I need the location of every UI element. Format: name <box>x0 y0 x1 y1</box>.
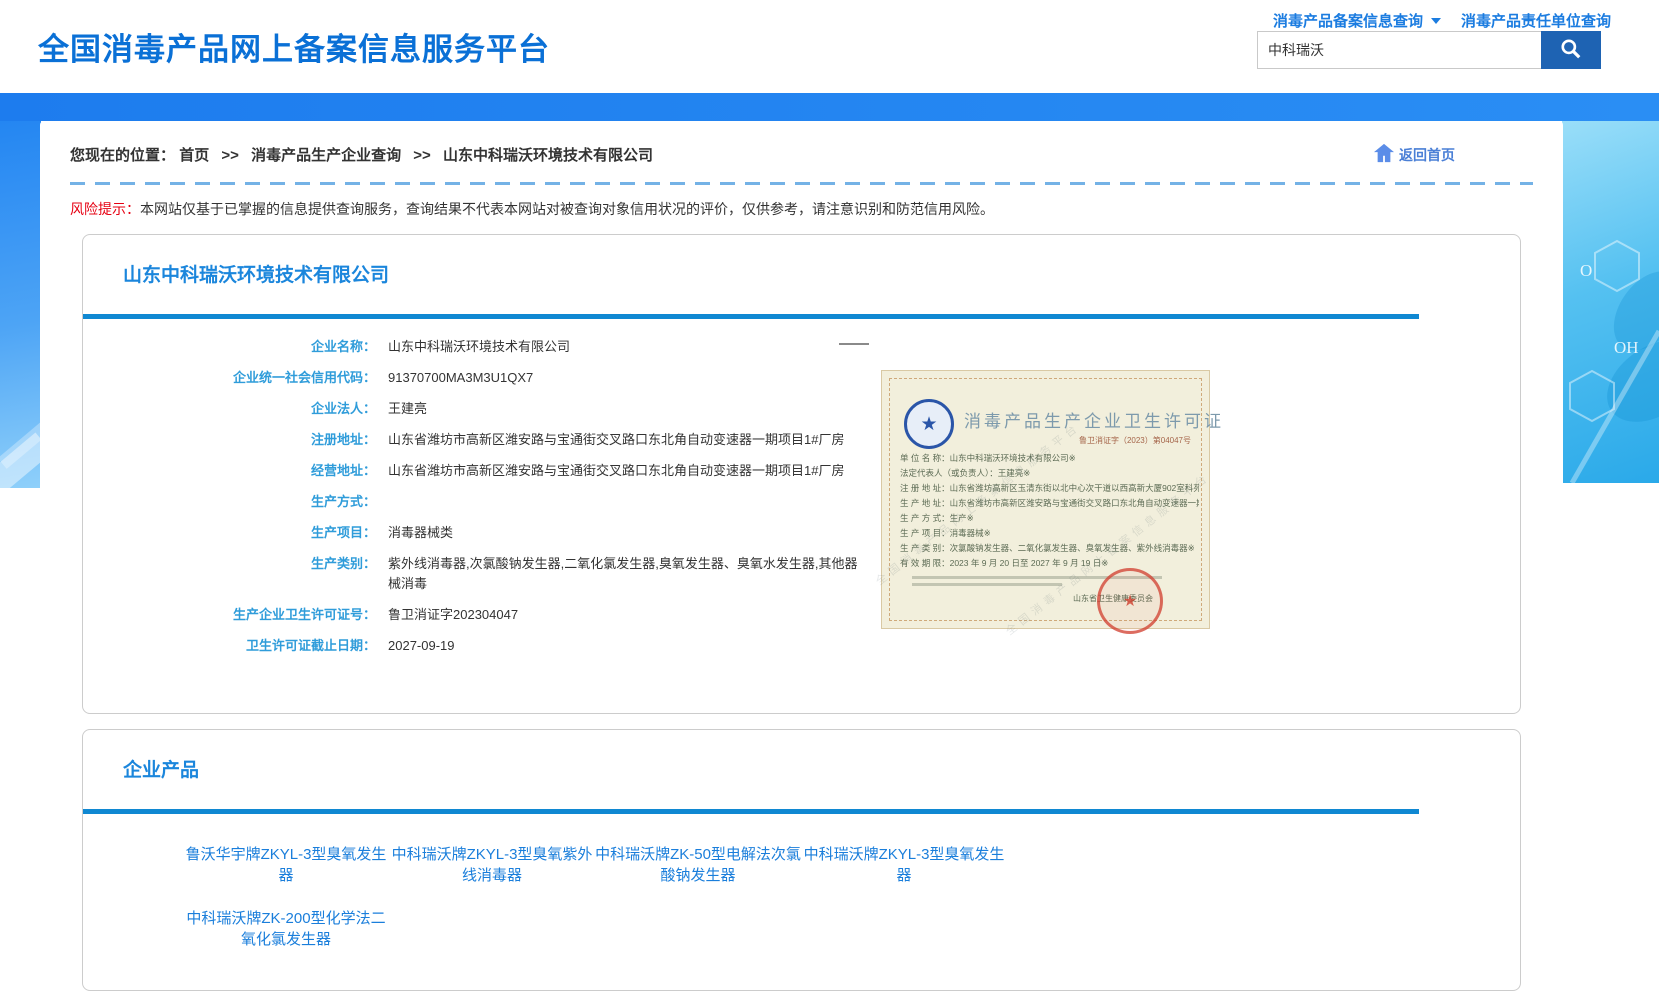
field-row-legal-person: 企业法人： 王建亮 <box>83 399 1520 419</box>
risk-label: 风险提示： <box>70 201 140 217</box>
red-seal-icon: ★ <box>1097 568 1163 634</box>
product-link[interactable]: 中科瑞沃牌ZK-200型化学法二氧化氯发生器 <box>183 908 389 950</box>
breadcrumb-row: 您现在的位置： 首页 >> 消毒产品生产企业查询 >> 山东中科瑞沃环境技术有限… <box>40 121 1563 166</box>
product-link[interactable]: 中科瑞沃牌ZKYL-3型臭氧紫外线消毒器 <box>389 844 595 886</box>
chevron-down-icon[interactable] <box>1431 18 1441 24</box>
field-row-company-name: 企业名称： 山东中科瑞沃环境技术有限公司 <box>83 337 1520 357</box>
breadcrumb-separator: >> <box>413 147 431 164</box>
main-panel: 您现在的位置： 首页 >> 消毒产品生产企业查询 >> 山东中科瑞沃环境技术有限… <box>40 121 1563 991</box>
search-icon <box>1558 36 1584 65</box>
back-home-link[interactable]: 返回首页 <box>1373 143 1455 166</box>
products-heading: 企业产品 <box>83 730 1520 784</box>
search-box <box>1257 31 1601 69</box>
breadcrumb-prefix: 您现在的位置： <box>70 147 175 164</box>
field-row-license-expiry: 卫生许可证截止日期： 2027-09-19 <box>83 636 1520 656</box>
right-background-art: O OH <box>1562 121 1659 483</box>
product-list: 鲁沃华宇牌ZKYL-3型臭氧发生器 中科瑞沃牌ZKYL-3型臭氧紫外线消毒器 中… <box>183 844 1043 972</box>
nav-link-responsible-unit-query[interactable]: 消毒产品责任单位查询 <box>1461 10 1611 31</box>
svg-text:OH: OH <box>1614 338 1639 357</box>
product-link[interactable]: 鲁沃华宇牌ZKYL-3型臭氧发生器 <box>183 844 389 886</box>
back-home-label: 返回首页 <box>1399 145 1455 165</box>
certificate-title: 消毒产品生产企业卫生许可证 <box>964 407 1224 432</box>
molecule-leaf-art: O OH <box>1562 121 1659 483</box>
field-row-business-address: 经营地址： 山东省潍坊市高新区潍安路与宝通街交叉路口东北角自动变速器一期项目1#… <box>83 461 1520 481</box>
company-fields: 企业名称： 山东中科瑞沃环境技术有限公司 企业统一社会信用代码： 9137070… <box>83 337 1520 713</box>
certificate-body: 单 位 名 称：山东中科瑞沃环境技术有限公司※ 法定代表人（或负责人）：王建亮※… <box>900 451 1199 571</box>
site-header: 全国消毒产品网上备案信息服务平台 消毒产品备案信息查询 消毒产品责任单位查询 <box>0 0 1659 93</box>
blue-rule <box>83 809 1419 814</box>
certificate-emblem-icon: ★ <box>904 399 954 449</box>
breadcrumb-home[interactable]: 首页 <box>179 147 209 164</box>
field-row-production-category: 生产类别： 紫外线消毒器,次氯酸钠发生器,二氧化氯发生器,臭氧发生器、臭氧水发生… <box>83 554 1520 594</box>
risk-text: 本网站仅基于已掌握的信息提供查询服务，查询结果不代表本网站对被查询对象信用状况的… <box>140 201 994 217</box>
field-row-production-mode: 生产方式： <box>83 492 1520 512</box>
home-icon <box>1373 143 1399 166</box>
search-input[interactable] <box>1257 31 1541 69</box>
breadcrumb-separator: >> <box>221 147 239 164</box>
field-row-credit-code: 企业统一社会信用代码： 91370700MA3M3U1QX7 <box>83 368 1520 388</box>
blue-rule <box>83 314 1419 319</box>
nav-link-record-info-query[interactable]: 消毒产品备案信息查询 <box>1273 10 1423 31</box>
company-info-card: 山东中科瑞沃环境技术有限公司 企业名称： 山东中科瑞沃环境技术有限公司 企业统一… <box>82 234 1521 714</box>
certificate-number: 鲁卫消证字（2023）第04047号 <box>1079 435 1191 446</box>
field-row-license-number: 生产企业卫生许可证号： 鲁卫消证字202304047 <box>83 605 1520 625</box>
product-link[interactable]: 中科瑞沃牌ZKYL-3型臭氧发生器 <box>801 844 1007 886</box>
field-row-production-project: 生产项目： 消毒器械类 <box>83 523 1520 543</box>
product-link[interactable]: 中科瑞沃牌ZK-50型电解法次氯酸钠发生器 <box>595 844 801 886</box>
header-blue-band <box>0 93 1659 121</box>
dashed-divider <box>70 182 1533 185</box>
breadcrumb-enterprise-query[interactable]: 消毒产品生产企业查询 <box>251 147 401 164</box>
company-name-heading: 山东中科瑞沃环境技术有限公司 <box>83 235 1520 289</box>
breadcrumb-current: 山东中科瑞沃环境技术有限公司 <box>443 147 653 164</box>
hygiene-license-certificate-image: ★ 消毒产品生产企业卫生许可证 鲁卫消证字（2023）第04047号 单 位 名… <box>881 370 1210 629</box>
top-nav: 消毒产品备案信息查询 消毒产品责任单位查询 <box>1273 10 1611 31</box>
search-button[interactable] <box>1541 31 1601 69</box>
risk-notice: 风险提示：本网站仅基于已掌握的信息提供查询服务，查询结果不代表本网站对被查询对象… <box>70 200 1533 219</box>
field-row-registered-address: 注册地址： 山东省潍坊市高新区潍安路与宝通街交叉路口东北角自动变速器一期项目1#… <box>83 430 1520 450</box>
site-title: 全国消毒产品网上备案信息服务平台 <box>38 24 550 69</box>
certificate-top-dash <box>839 343 869 345</box>
left-background-art <box>0 121 41 488</box>
breadcrumb: 您现在的位置： 首页 >> 消毒产品生产企业查询 >> 山东中科瑞沃环境技术有限… <box>70 144 653 165</box>
company-products-card: 企业产品 鲁沃华宇牌ZKYL-3型臭氧发生器 中科瑞沃牌ZKYL-3型臭氧紫外线… <box>82 729 1521 991</box>
svg-text:O: O <box>1580 261 1592 280</box>
